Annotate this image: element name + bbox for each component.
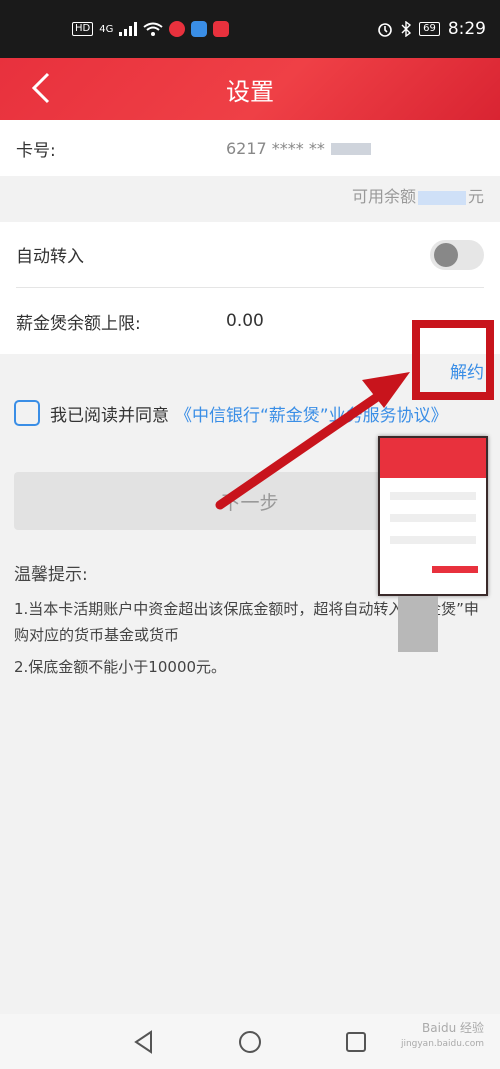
tip-item-2: 2.保底金额不能小于10000元。 [14,658,227,676]
auto-transfer-label: 自动转入 [16,247,84,267]
agreement-text: 我已阅读并同意 [50,405,169,426]
battery-icon: 69 [419,22,440,36]
balance-redacted [417,190,466,205]
back-arrow-icon[interactable] [24,68,64,108]
available-balance: 可用余额 元 [352,183,484,207]
nav-recents-icon[interactable] [343,1029,369,1055]
thumbnail-line [390,514,476,522]
nav-home-icon[interactable] [237,1029,263,1055]
balance-unit: 元 [467,187,484,206]
preview-thumbnail [378,436,488,596]
redacted-block [398,596,438,652]
bank-app-icon [169,21,186,37]
thumbnail-line [390,536,476,544]
page-title: 设置 [226,77,274,106]
limit-value[interactable]: 0.00 [226,311,264,331]
hd-badge: HD [72,22,94,36]
card-number-row: 卡号: 6217 **** ** [0,120,500,176]
watermark: Baidu 经验 jingyan.baidu.com [400,1021,484,1049]
wifi-icon [143,22,163,36]
annotation-highlight-box [412,320,494,400]
alarm-icon [378,23,392,37]
balance-label: 可用余额 [351,187,416,206]
app-header: 设置 [0,58,500,120]
nav-back-icon[interactable] [131,1029,157,1055]
card-number-label: 卡号: [16,140,56,161]
clock: 8:29 [447,19,486,39]
thumbnail-line [390,492,476,500]
wallet-app-icon [191,21,208,37]
thumbnail-header [380,438,486,478]
status-bar: HD 4G 69 8:29 [0,0,500,58]
card-number-value: 6217 **** ** [226,139,371,158]
thumbnail-highlight [432,566,478,573]
network-label: 4G [99,23,114,35]
auto-transfer-toggle[interactable] [430,239,484,270]
agreement-row: 我已阅读并同意 《中信银行“薪金煲”业务服务协议》 [14,400,448,426]
auto-transfer-row: 自动转入 [16,222,484,288]
agreement-checkbox[interactable] [14,400,40,426]
toggle-knob [434,242,458,267]
bluetooth-icon [401,21,412,37]
news-app-icon [213,21,230,37]
agreement-link[interactable]: 《中信银行“薪金煲”业务服务协议》 [175,401,448,426]
signal-icon [119,22,138,36]
limit-label: 薪金煲余额上限: [16,313,141,334]
